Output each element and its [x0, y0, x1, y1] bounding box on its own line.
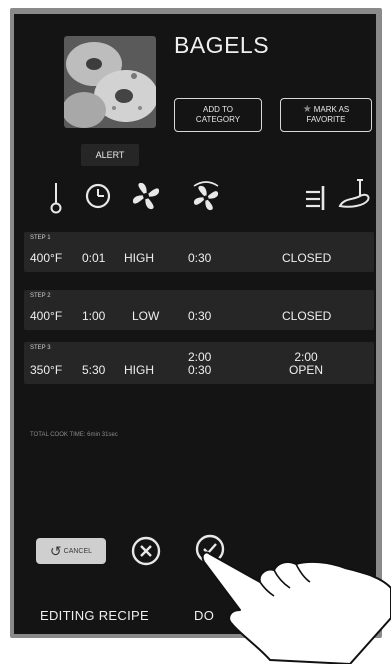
total-cook-time: TOTAL COOK TIME: 6min 31sec: [30, 432, 118, 438]
column-icons: [14, 178, 376, 222]
add-to-category-label-line2: CATEGORY: [195, 115, 241, 124]
step-fan-level: LOW: [132, 309, 160, 323]
step-fan-time: 0:30: [188, 251, 212, 265]
step-time: 5:30: [82, 363, 106, 377]
add-to-category-label-line1: ADD TO: [203, 105, 233, 114]
mark-as-favorite-label-line2: FAVORITE: [306, 115, 346, 125]
discard-button[interactable]: [130, 535, 162, 567]
undo-icon: ↺: [49, 543, 62, 559]
recipe-step-2[interactable]: STEP 2 400°F 1:00 LOW 0:30 CLOSED: [24, 290, 374, 330]
mark-as-favorite-label-line1: MARK AS: [313, 105, 350, 115]
step-label: STEP 3: [30, 345, 51, 351]
star-icon: ★: [302, 104, 312, 115]
step-temperature: 350°F: [30, 363, 63, 377]
pointing-hand-icon: [201, 551, 391, 664]
recipe-title: BAGELS: [174, 32, 270, 58]
step-vent: CLOSED: [282, 251, 332, 265]
step-time: 0:01: [82, 251, 106, 265]
thermometer-icon: [50, 183, 62, 214]
alert-button[interactable]: ALERT: [81, 144, 139, 166]
editing-recipe-label: EDITING RECIPE: [40, 608, 149, 623]
vent-damper-icon: [306, 186, 325, 210]
step-vent: 2:00 OPEN: [286, 351, 326, 377]
step-fan-time: 0:30: [188, 309, 212, 323]
recipe-step-1[interactable]: STEP 1 400°F 0:01 HIGH 0:30 CLOSED: [24, 232, 374, 272]
step-label: STEP 2: [30, 293, 51, 299]
step-temperature: 400°F: [30, 251, 63, 265]
step-fan-time-line2: 0:30: [188, 363, 212, 377]
step-label: STEP 1: [30, 235, 51, 241]
recipe-photo: [64, 36, 156, 128]
recipe-step-3[interactable]: STEP 3 350°F 5:30 HIGH 2:00 0:30 2:00 OP…: [24, 342, 374, 384]
add-to-category-button[interactable]: ADD TO CATEGORY: [174, 98, 262, 132]
step-time: 1:00: [82, 309, 106, 323]
cancel-button[interactable]: ↺ CANCEL: [36, 538, 106, 564]
fan-icon: [132, 182, 160, 210]
step-vent: CLOSED: [282, 309, 332, 323]
step-fan-time: 2:00 0:30: [188, 351, 211, 377]
screen: BAGELS ADD TO CATEGORY ★ MARK AS FAVORITE…: [14, 14, 376, 634]
cancel-label: CANCEL: [63, 547, 93, 555]
step-temperature: 400°F: [30, 309, 63, 323]
step-fan-level: HIGH: [124, 363, 154, 377]
step-fan-level: HIGH: [124, 251, 154, 265]
fan-speed-icon: [193, 181, 219, 211]
mark-as-favorite-button[interactable]: ★ MARK AS FAVORITE: [280, 98, 372, 132]
conveyor-paddle-icon: [338, 179, 370, 208]
timer-icon: [85, 183, 111, 209]
step-vent-line2: OPEN: [288, 363, 323, 377]
